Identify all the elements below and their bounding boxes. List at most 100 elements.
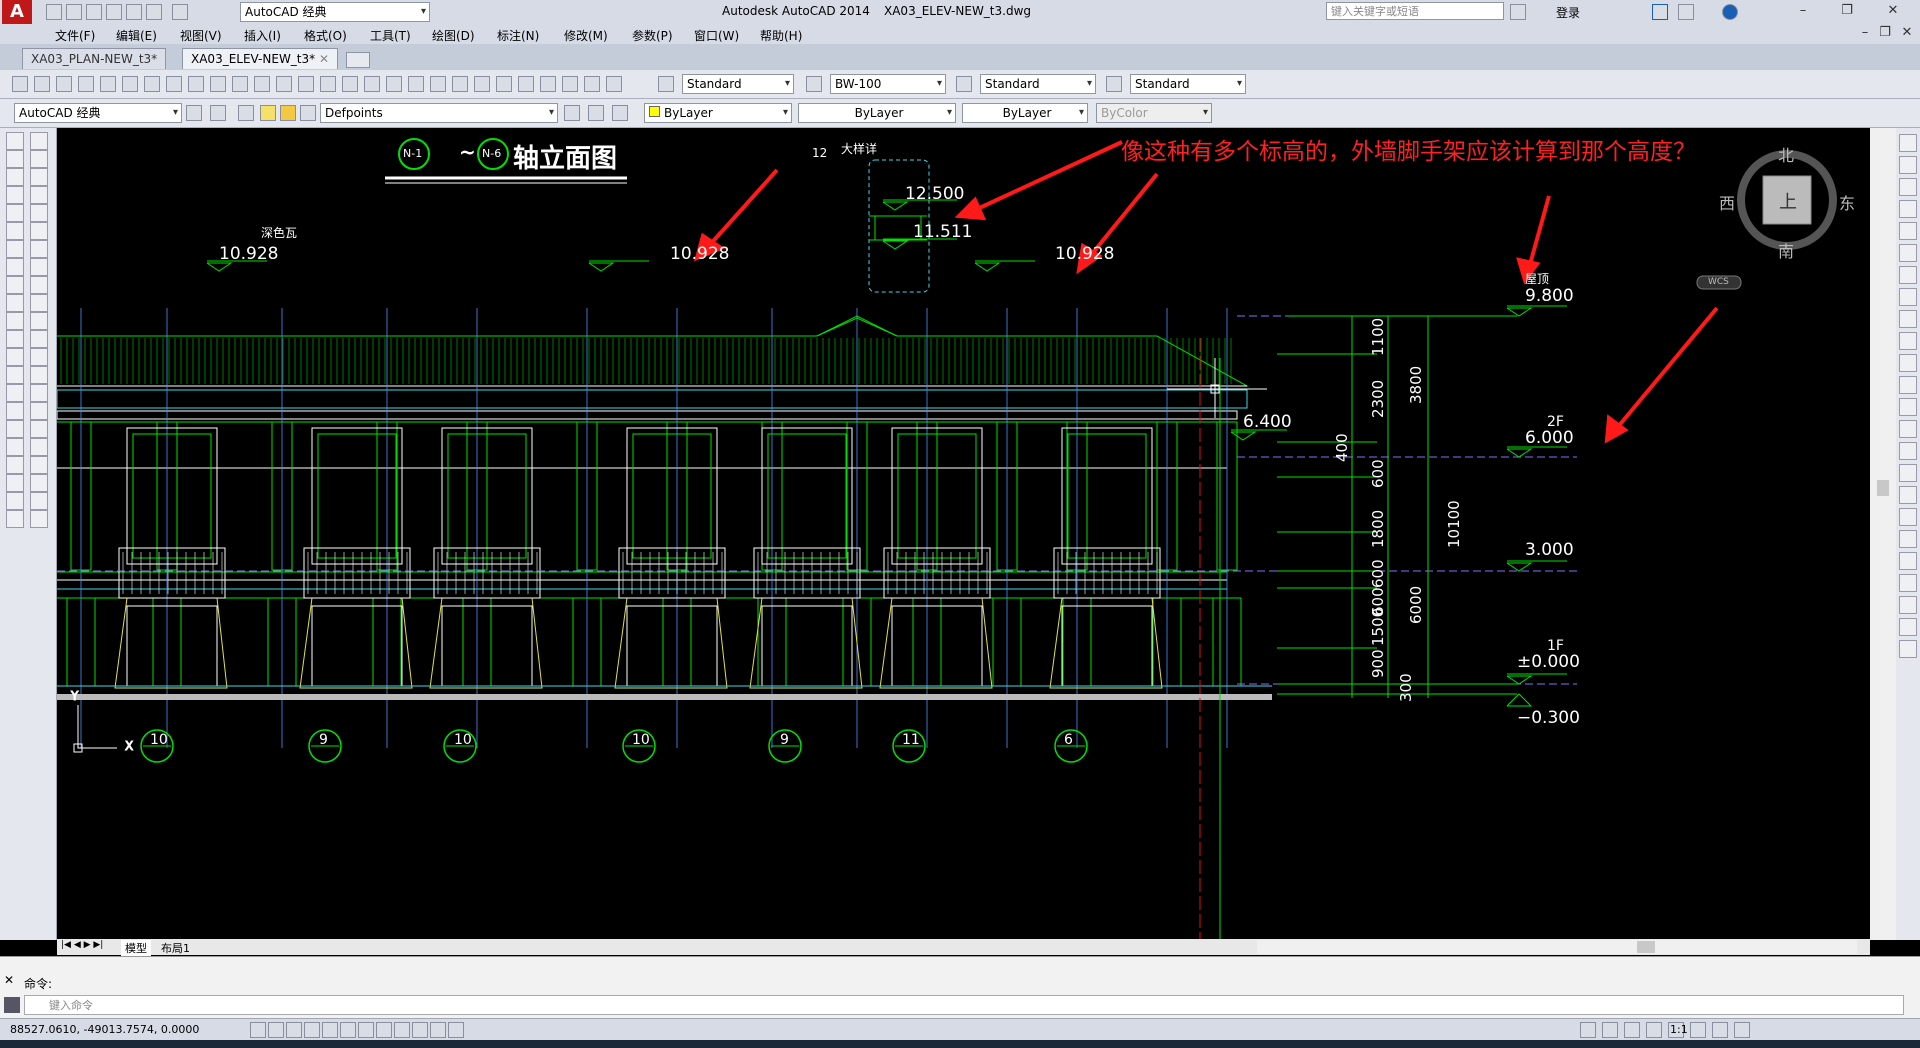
draw-tool-icon[interactable] [30,348,48,366]
draw-tool-icon[interactable] [30,420,48,438]
standard-tool-icon[interactable] [540,76,556,92]
standard-tool-icon[interactable] [320,76,336,92]
color-dropdown[interactable]: ByLayer [644,103,792,123]
text-style-icon[interactable] [658,76,674,92]
drafting-setting-icon[interactable] [250,1022,266,1038]
modify-tool-icon[interactable] [1899,486,1917,504]
standard-tool-icon[interactable] [342,76,358,92]
draw-tool-icon[interactable] [6,402,24,420]
modify-tool-icon[interactable] [1899,398,1917,416]
modify-tool-icon[interactable] [1899,618,1917,636]
modify-tool-icon[interactable] [1899,222,1917,240]
draw-tool-icon[interactable] [6,492,24,510]
layer-previous-icon[interactable] [588,105,604,121]
wrench-icon[interactable] [4,997,20,1013]
draw-tool-icon[interactable] [6,186,24,204]
draw-tool-icon[interactable] [30,438,48,456]
scroll-thumb[interactable] [1877,480,1889,496]
tab-plan[interactable]: XA03_PLAN-NEW_t3* [22,48,167,69]
redo-icon[interactable] [172,4,188,20]
draw-tool-icon[interactable] [30,384,48,402]
draw-tool-icon[interactable] [6,384,24,402]
save-as-icon[interactable] [106,4,122,20]
draw-tool-icon[interactable] [30,492,48,510]
lock-icon[interactable] [300,105,316,121]
table-style-icon[interactable] [956,76,972,92]
modify-tool-icon[interactable] [1899,156,1917,174]
viewcube-north[interactable]: 北 [1778,142,1794,166]
draw-tool-icon[interactable] [6,222,24,240]
draw-tool-icon[interactable] [30,186,48,204]
open-file-icon[interactable] [66,4,82,20]
binoculars-icon[interactable] [1510,4,1526,20]
autodesk-360-icon[interactable] [1678,4,1694,20]
drafting-setting-icon[interactable] [394,1022,410,1038]
doc-close-button[interactable]: ✕ [1894,24,1920,42]
standard-tool-icon[interactable] [430,76,446,92]
modify-tool-icon[interactable] [1899,530,1917,548]
drafting-setting-icon[interactable] [448,1022,464,1038]
text-style-dropdown[interactable]: Standard [682,74,794,94]
viewcube-west[interactable]: 西 [1719,190,1735,214]
sun-icon[interactable] [280,105,296,121]
drafting-setting-icon[interactable] [286,1022,302,1038]
vertical-scrollbar[interactable] [1870,128,1896,940]
modify-tool-icon[interactable] [1899,266,1917,284]
app-logo[interactable]: A [2,0,32,24]
tab-layout1[interactable]: 布局1 [161,940,190,956]
login-link[interactable]: 登录 [1556,4,1580,21]
modify-tool-icon[interactable] [1899,354,1917,372]
workspace-dropdown[interactable]: AutoCAD 经典 [240,2,430,22]
drafting-setting-icon[interactable] [322,1022,338,1038]
layer-dropdown[interactable]: Defpoints [320,103,558,123]
standard-tool-icon[interactable] [276,76,292,92]
menu-tools[interactable]: 工具(T) [370,27,411,44]
close-icon[interactable]: ✕ [319,52,329,66]
standard-tool-icon[interactable] [386,76,402,92]
draw-tool-icon[interactable] [6,312,24,330]
modify-tool-icon[interactable] [1899,420,1917,438]
standard-tool-icon[interactable] [100,76,116,92]
linetype-dropdown[interactable]: ByLayer [798,103,956,123]
standard-tool-icon[interactable] [232,76,248,92]
menu-parameters[interactable]: 参数(P) [632,27,673,44]
draw-tool-icon[interactable] [30,168,48,186]
new-tab-button[interactable] [346,52,370,68]
standard-tool-icon[interactable] [452,76,468,92]
draw-tool-icon[interactable] [30,258,48,276]
menu-draw[interactable]: 绘图(D) [432,27,475,44]
draw-tool-icon[interactable] [6,420,24,438]
standard-tool-icon[interactable] [122,76,138,92]
dim-style-dropdown[interactable]: BW-100 [830,74,946,94]
standard-tool-icon[interactable] [254,76,270,92]
standard-tool-icon[interactable] [364,76,380,92]
viewcube-top[interactable]: 上 [1779,188,1797,214]
modify-tool-icon[interactable] [1899,640,1917,658]
undo-icon[interactable] [146,4,162,20]
draw-tool-icon[interactable] [30,312,48,330]
draw-tool-icon[interactable] [6,240,24,258]
modify-tool-icon[interactable] [1899,552,1917,570]
search-input[interactable]: 键入关键字或短语 [1326,2,1504,20]
draw-tool-icon[interactable] [6,348,24,366]
standard-tool-icon[interactable] [606,76,622,92]
drafting-setting-icon[interactable] [268,1022,284,1038]
status-tray-icon[interactable] [1602,1022,1618,1038]
standard-tool-icon[interactable] [474,76,490,92]
modify-tool-icon[interactable] [1899,596,1917,614]
viewcube[interactable] [1696,150,1837,290]
draw-tool-icon[interactable] [6,276,24,294]
modify-tool-icon[interactable] [1899,310,1917,328]
layer-iso-icon[interactable] [612,105,628,121]
draw-tool-icon[interactable] [30,294,48,312]
status-tray-icon[interactable] [1734,1022,1750,1038]
help-icon[interactable] [1722,4,1738,20]
standard-tool-icon[interactable] [34,76,50,92]
tab-nav-arrows[interactable]: |◀ ◀ ▶ ▶| [61,940,103,950]
draw-tool-icon[interactable] [6,366,24,384]
modify-tool-icon[interactable] [1899,134,1917,152]
close-button[interactable]: ✕ [1880,2,1906,20]
modify-tool-icon[interactable] [1899,464,1917,482]
standard-tool-icon[interactable] [562,76,578,92]
annotation-scale[interactable]: 1:1 [1670,1023,1688,1036]
